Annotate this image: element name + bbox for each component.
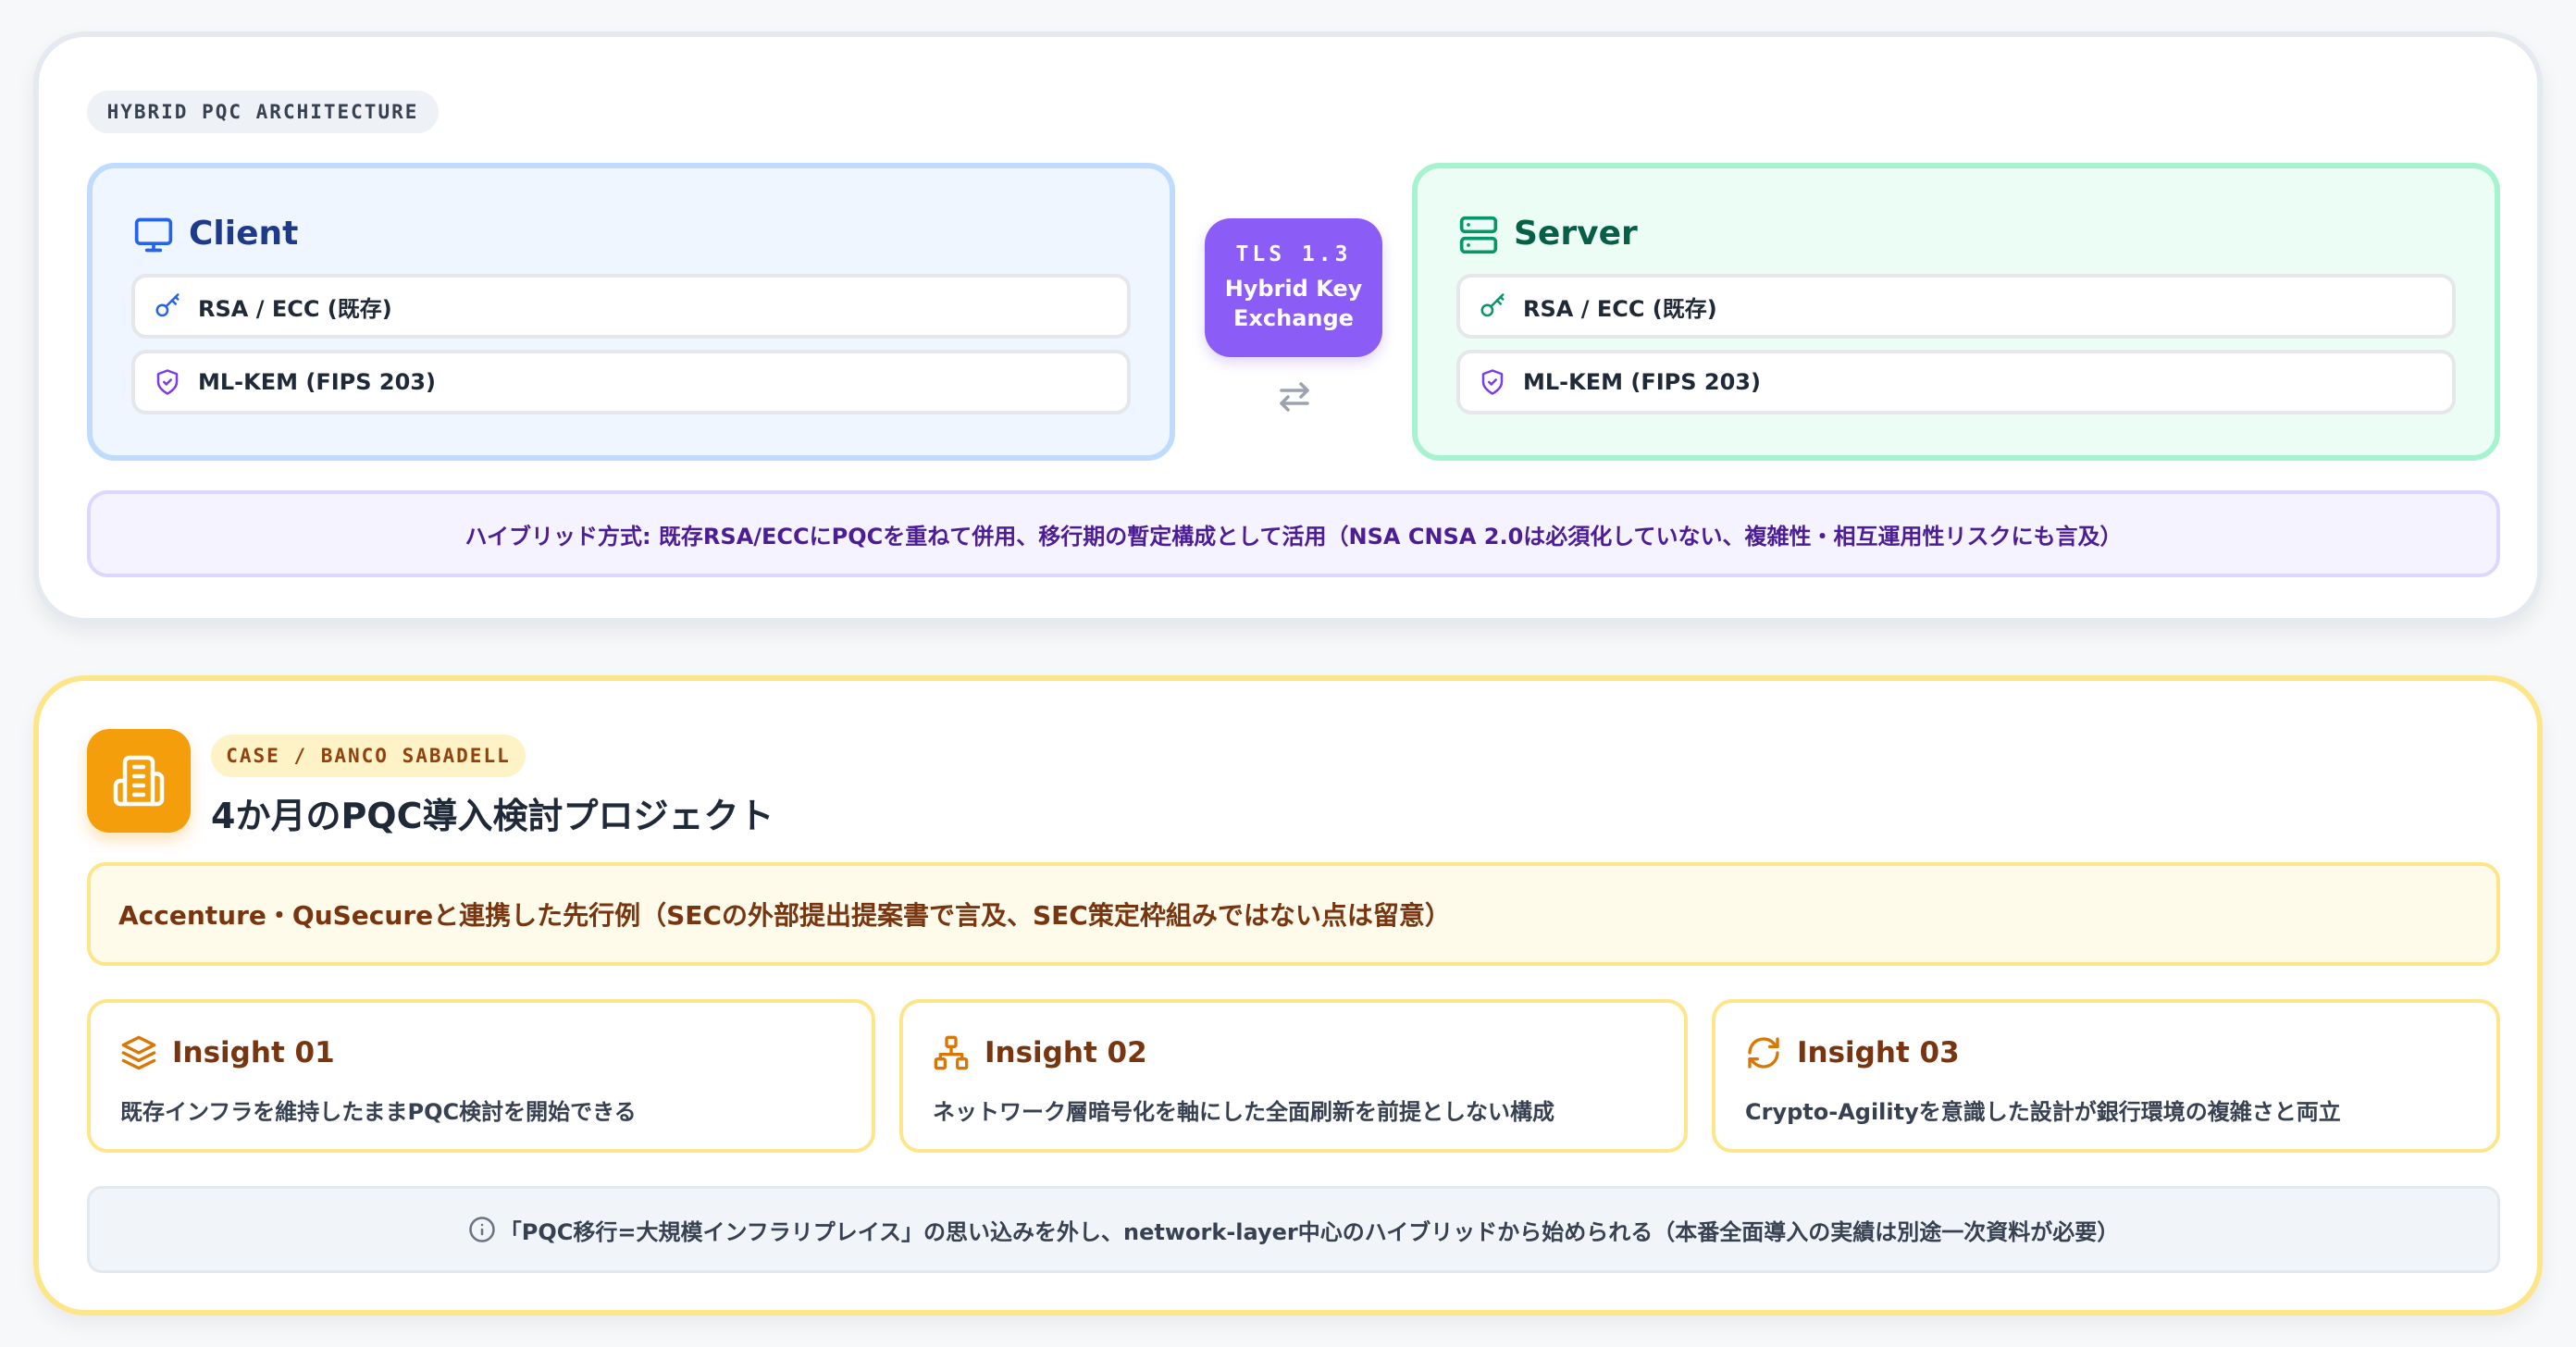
network-icon — [934, 1035, 969, 1070]
building-icon — [113, 755, 165, 807]
tls-line-2: Exchange — [1233, 305, 1354, 331]
row-label: ML-KEM (FIPS 203) — [1523, 369, 1761, 395]
client-row-rsa: RSA / ECC (既存) — [131, 274, 1131, 339]
shield-check-icon — [1481, 369, 1504, 395]
insight-text: 既存インフラを維持したままPQC検討を開始できる — [120, 1099, 637, 1125]
tls-line-1: Hybrid Key — [1224, 276, 1363, 302]
row-label: RSA / ECC (既存) — [198, 295, 392, 322]
insight-card-02: Insight 02 ネットワーク層暗号化を軸にした全面刷新を前提としない構成 — [899, 999, 1688, 1153]
section-label: HYBRID PQC ARCHITECTURE — [87, 91, 439, 133]
insight-title: Insight 01 — [172, 1036, 335, 1069]
insight-title: Insight 03 — [1797, 1036, 1960, 1069]
footer-note-text: 「PQC移行=大規模インフラリプレイス」の思い込みを外し、network-lay… — [499, 1218, 2120, 1245]
shield-check-icon — [156, 369, 179, 395]
server-row-rsa: RSA / ECC (既存) — [1456, 274, 2456, 339]
building-icon-tile — [87, 729, 191, 833]
case-card: CASE / BANCO SABADELL 4か月のPQC導入検討プロジェクト … — [33, 675, 2543, 1316]
architecture-card: HYBRID PQC ARCHITECTURE Client RSA / ECC… — [33, 31, 2543, 624]
footer-note: 「PQC移行=大規模インフラリプレイス」の思い込みを外し、network-lay… — [87, 1186, 2500, 1273]
client-row-mlkem: ML-KEM (FIPS 203) — [131, 350, 1131, 414]
case-label: CASE / BANCO SABADELL — [211, 735, 526, 777]
client-title: Client — [189, 214, 299, 253]
key-icon — [1480, 293, 1505, 317]
refresh-icon — [1748, 1037, 1779, 1069]
insight-card-03: Insight 03 Crypto-Agilityを意識した設計が銀行環境の複雑… — [1712, 999, 2500, 1153]
hybrid-note: ハイブリッド方式: 既存RSA/ECCにPQCを重ねて併用、移行期の暫定構成とし… — [87, 490, 2500, 577]
client-box: Client RSA / ECC (既存) ML-KEM (FIPS 203) — [87, 163, 1175, 461]
insight-card-01: Insight 01 既存インフラを維持したままPQC検討を開始できる — [87, 999, 875, 1153]
key-icon — [155, 293, 180, 317]
server-box: Server RSA / ECC (既存) ML-KEM (FIPS 203) — [1412, 163, 2500, 461]
case-summary: Accenture・QuSecureと連携した先行例（SECの外部提出提案書で言… — [87, 862, 2500, 966]
server-icon — [1459, 216, 1498, 254]
info-icon — [469, 1217, 495, 1242]
swap-arrows-icon — [1280, 382, 1309, 412]
insight-title: Insight 02 — [985, 1036, 1147, 1069]
insight-text: ネットワーク層暗号化を軸にした全面刷新を前提としない構成 — [933, 1099, 1554, 1125]
monitor-icon — [134, 217, 173, 253]
row-label: ML-KEM (FIPS 203) — [198, 369, 436, 395]
layers-icon — [121, 1035, 156, 1070]
tls-version: TLS 1.3 — [1235, 242, 1352, 266]
case-title: 4か月のPQC導入検討プロジェクト — [211, 795, 774, 836]
insight-text: Crypto-Agilityを意識した設計が銀行環境の複雑さと両立 — [1745, 1099, 2341, 1125]
row-label: RSA / ECC (既存) — [1523, 295, 1717, 322]
server-title: Server — [1514, 214, 1638, 253]
server-row-mlkem: ML-KEM (FIPS 203) — [1456, 350, 2456, 414]
tls-badge: TLS 1.3 Hybrid Key Exchange — [1205, 218, 1382, 357]
